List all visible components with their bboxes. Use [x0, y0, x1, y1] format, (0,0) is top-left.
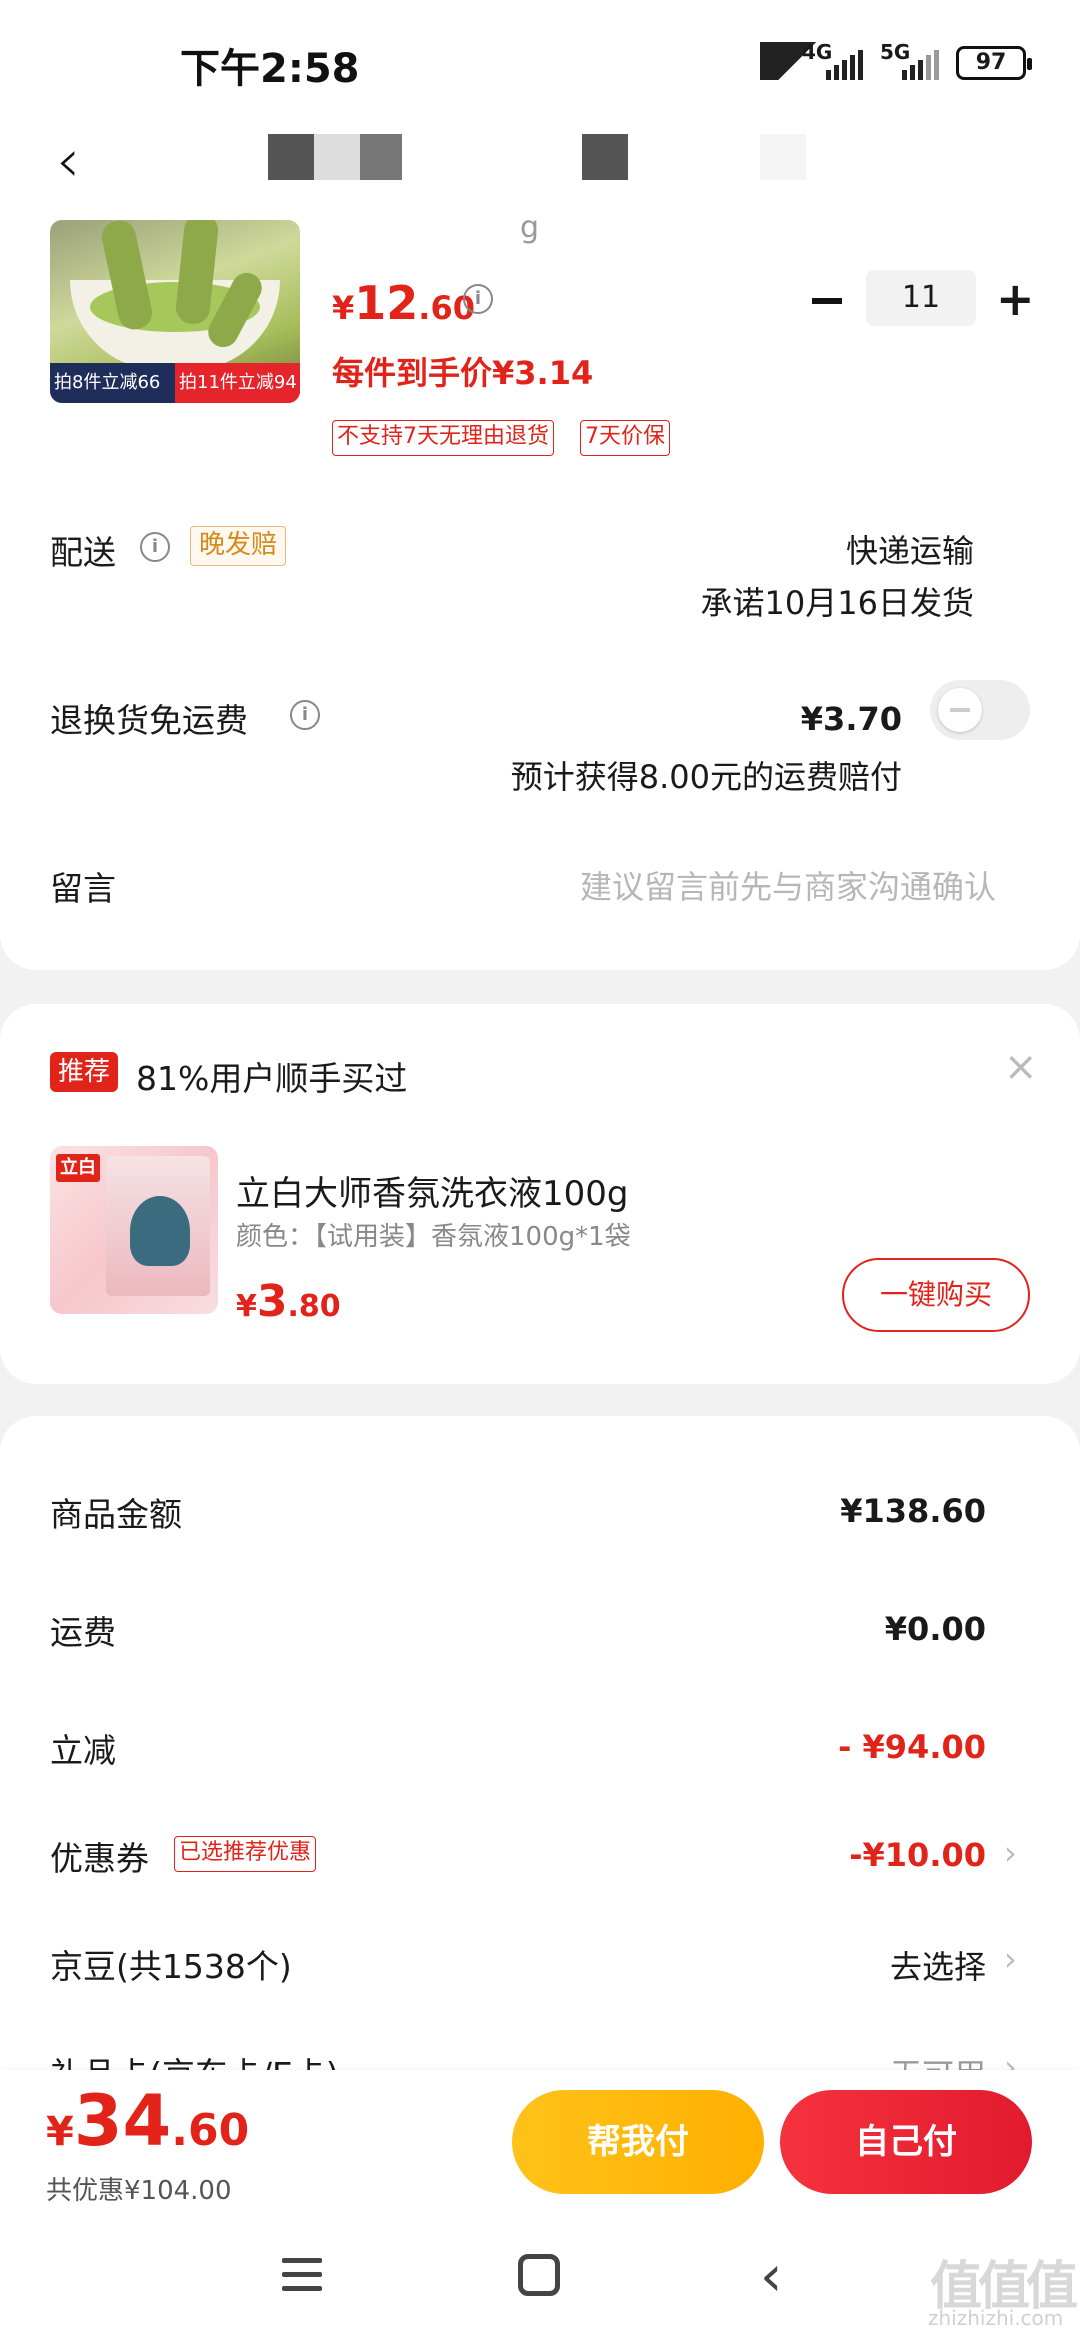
- jingdou-label: 京豆(共1538个): [50, 1947, 292, 1986]
- recommend-product-price: ¥3.80: [236, 1276, 341, 1327]
- jingdou-chevron-icon[interactable]: ›: [1004, 1940, 1017, 1978]
- coupon-recommended-tag: 已选推荐优惠: [174, 1836, 317, 1872]
- home-icon[interactable]: [518, 2254, 560, 2296]
- delivery-info-icon[interactable]: i: [140, 532, 170, 562]
- coupon-chevron-icon[interactable]: ›: [1004, 1834, 1017, 1872]
- discount-label: 立减: [50, 1731, 116, 1770]
- delivery-method[interactable]: 快递运输: [846, 526, 974, 572]
- price-info-icon[interactable]: i: [463, 284, 493, 314]
- delivery-promise: 承诺10月16日发货: [700, 584, 974, 622]
- price-protect-tag: 7天价保: [580, 420, 670, 456]
- return-shipping-price: ¥3.70: [800, 700, 902, 738]
- redacted-title: [268, 134, 314, 180]
- signal-icon-1: [826, 50, 864, 80]
- recommend-badge: 推荐: [50, 1052, 119, 1092]
- goods-amount-label: 商品金额: [50, 1495, 182, 1534]
- back-icon[interactable]: ‹: [56, 126, 80, 196]
- promo-right-label: 拍11件立减94: [175, 363, 300, 403]
- recommend-product-image[interactable]: 立白: [50, 1146, 218, 1314]
- late-compensation-badge: 晚发赔: [190, 526, 287, 566]
- total-saved: 共优惠¥104.00: [46, 2176, 232, 2206]
- redacted-title: [314, 134, 360, 180]
- recommend-product-name[interactable]: 立白大师香氛洗衣液100g: [236, 1166, 628, 1215]
- message-input[interactable]: 建议留言前先与商家沟通确认: [580, 862, 996, 908]
- redacted-title: [360, 134, 402, 180]
- product-title-partial: g: [520, 210, 540, 245]
- return-shipping-info-icon[interactable]: i: [290, 700, 320, 730]
- quantity-plus-button[interactable]: +: [996, 276, 1035, 322]
- coupon-value[interactable]: -¥10.00: [849, 1836, 986, 1874]
- help-pay-button[interactable]: 帮我付: [512, 2090, 764, 2194]
- return-shipping-label: 退换货免运费: [50, 701, 248, 740]
- total-price: ¥34.60: [46, 2080, 250, 2162]
- goods-amount-value: ¥138.60: [840, 1492, 986, 1530]
- quantity-input[interactable]: 11: [866, 270, 976, 326]
- recommend-product-attr: 颜色：【试用装】香氛液100g*1袋: [236, 1222, 631, 1252]
- self-pay-button[interactable]: 自己付: [780, 2090, 1032, 2194]
- delivery-label: 配送: [50, 533, 116, 572]
- discount-value: - ¥94.00: [838, 1728, 986, 1766]
- return-shipping-note: 预计获得8.00元的运费赔付: [510, 758, 902, 796]
- freight-label: 运费: [50, 1613, 116, 1652]
- nav-bar: [0, 120, 1080, 210]
- recent-apps-icon[interactable]: [282, 2258, 322, 2300]
- system-back-icon[interactable]: ‹: [760, 2244, 782, 2309]
- freight-value: ¥0.00: [884, 1610, 986, 1648]
- close-icon[interactable]: ×: [1004, 1044, 1038, 1090]
- battery-icon: 97: [956, 46, 1032, 80]
- redacted-title: [760, 134, 806, 180]
- one-click-buy-button[interactable]: 一键购买: [842, 1258, 1030, 1332]
- no-return-tag: 不支持7天无理由退货: [332, 420, 554, 456]
- recommend-title: 81%用户顺手买过: [136, 1059, 408, 1098]
- coupon-label: 优惠券: [50, 1839, 149, 1878]
- status-time: 下午2:58: [180, 46, 360, 92]
- jingdou-select[interactable]: 去选择: [890, 1942, 986, 1988]
- message-label: 留言: [50, 869, 116, 908]
- promo-left-label: 拍8件立减66: [50, 363, 175, 403]
- quantity-minus-button[interactable]: [812, 298, 842, 304]
- per-unit-price: 每件到手价¥3.14: [332, 354, 594, 392]
- product-image[interactable]: 拍8件立减66 拍11件立减94: [50, 220, 300, 403]
- signal-icon-2: [902, 50, 940, 80]
- watermark-url: zhizhizhi.com: [928, 2306, 1064, 2330]
- return-shipping-toggle[interactable]: [930, 680, 1030, 740]
- item-price: ¥12.60: [332, 276, 475, 330]
- redacted-title: [582, 134, 628, 180]
